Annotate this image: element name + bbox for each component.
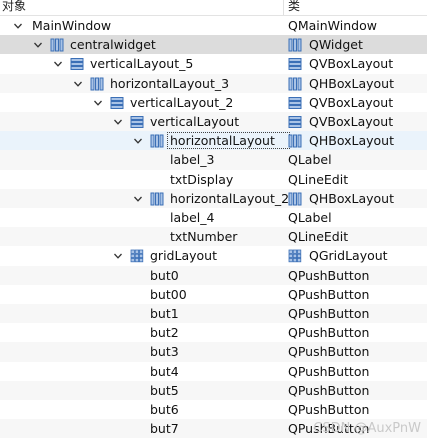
tree-row[interactable]: but4 QPushButton (0, 362, 427, 381)
class-name: QLabel (288, 210, 332, 225)
tree-row[interactable]: MainWindow QMainWindow (0, 16, 427, 35)
tree-row[interactable]: label_4 QLabel (0, 208, 427, 227)
object-name: but4 (150, 363, 179, 379)
class-name: QWidget (309, 37, 363, 53)
object-name: but6 (150, 402, 179, 417)
watermark: CSDN @AuxPnW (313, 421, 421, 436)
column-divider[interactable] (283, 0, 284, 15)
object-name: label_3 (170, 152, 215, 168)
hbox-layout-icon (150, 192, 164, 206)
class-name: QPushButton (288, 382, 370, 398)
object-name: label_4 (170, 210, 215, 225)
object-name: centralwidget (70, 37, 156, 53)
class-name: QGridLayout (309, 248, 388, 264)
tree-row[interactable]: but3 QPushButton (0, 342, 427, 362)
hbox-layout-icon (150, 134, 164, 148)
object-name: but2 (150, 325, 179, 341)
widget-icon (288, 38, 302, 52)
tree-row[interactable]: horizontalLayout_2 QHBoxLayout (0, 188, 427, 208)
chevron-down-icon[interactable] (73, 79, 83, 89)
tree-header: 对象 类 (0, 0, 427, 16)
tree-row[interactable]: but00 QPushButton (0, 285, 427, 304)
chevron-down-icon[interactable] (133, 136, 143, 146)
hbox-layout-icon (288, 134, 302, 148)
hbox-layout-icon (288, 77, 302, 91)
grid-layout-icon (130, 249, 144, 263)
class-name: QVBoxLayout (309, 114, 394, 129)
object-name: verticalLayout (150, 114, 240, 129)
chevron-down-icon[interactable] (13, 21, 23, 31)
class-name: QPushButton (288, 267, 370, 283)
tree-row[interactable]: but5 QPushButton (0, 380, 427, 400)
class-name: QPushButton (288, 344, 370, 360)
class-column-header[interactable]: 类 (288, 0, 300, 14)
object-name: but5 (150, 382, 179, 398)
object-column-header[interactable]: 对象 (2, 0, 26, 14)
class-name: QMainWindow (288, 18, 377, 33)
class-name: QPushButton (288, 363, 370, 379)
tree-row[interactable]: gridLayout QGridLayout (0, 246, 427, 265)
object-name: verticalLayout_5 (90, 56, 194, 72)
tree-row[interactable]: but1 QPushButton (0, 304, 427, 324)
chevron-down-icon[interactable] (133, 194, 143, 204)
tree-row[interactable]: horizontalLayout_3 QHBoxLayout (0, 73, 427, 93)
object-name: txtNumber (170, 229, 238, 245)
object-name: verticalLayout_2 (130, 94, 234, 110)
object-name: gridLayout (150, 248, 217, 264)
grid-layout-icon (288, 249, 302, 263)
chevron-down-icon[interactable] (113, 251, 123, 261)
class-name: QPushButton (288, 325, 370, 341)
tree-row[interactable]: label_3 QLabel (0, 150, 427, 170)
object-name: MainWindow (32, 18, 112, 33)
chevron-down-icon[interactable] (33, 40, 43, 50)
tree-row[interactable]: horizontalLayout QHBoxLayout (0, 131, 427, 151)
vbox-layout-icon (130, 115, 144, 129)
class-name: QHBoxLayout (309, 133, 394, 149)
class-name: QVBoxLayout (309, 94, 394, 110)
class-name: QPushButton (288, 402, 370, 417)
class-name: QPushButton (288, 306, 370, 321)
tree-row[interactable]: verticalLayout_2 QVBoxLayout (0, 93, 427, 112)
class-name: QHBoxLayout (309, 190, 394, 206)
class-name: QLineEdit (288, 229, 349, 245)
class-name: QHBoxLayout (309, 75, 394, 91)
object-name: horizontalLayout_2 (170, 190, 290, 206)
hbox-layout-icon (90, 77, 104, 91)
object-name: txtDisplay (170, 171, 234, 187)
object-name: but0 (150, 267, 179, 283)
tree-row[interactable]: but2 QPushButton (0, 323, 427, 342)
tree-row[interactable]: but0 QPushButton (0, 265, 427, 285)
vbox-layout-icon (110, 96, 124, 110)
class-name: QLineEdit (288, 171, 349, 187)
object-name: but7 (150, 421, 179, 437)
object-name: but1 (150, 306, 179, 321)
object-name: but3 (150, 344, 179, 360)
widget-icon (50, 38, 64, 52)
object-name: horizontalLayout (170, 133, 275, 149)
class-name: QVBoxLayout (309, 56, 394, 72)
hbox-layout-icon (288, 192, 302, 206)
object-name: horizontalLayout_3 (110, 75, 230, 91)
chevron-down-icon[interactable] (113, 117, 123, 127)
object-name: but00 (150, 286, 187, 302)
tree-row[interactable]: txtNumber QLineEdit (0, 227, 427, 247)
vbox-layout-icon (288, 57, 302, 71)
tree-row[interactable]: but6 QPushButton (0, 400, 427, 419)
vbox-layout-icon (288, 115, 302, 129)
tree-row[interactable]: verticalLayout QVBoxLayout (0, 112, 427, 132)
tree-row[interactable]: verticalLayout_5 QVBoxLayout (0, 54, 427, 73)
tree-row[interactable]: centralwidget QWidget (0, 35, 427, 55)
tree-row[interactable]: txtDisplay QLineEdit (0, 170, 427, 189)
chevron-down-icon[interactable] (93, 98, 103, 108)
vbox-layout-icon (70, 57, 84, 71)
class-name: QPushButton (288, 286, 370, 302)
vbox-layout-icon (288, 96, 302, 110)
chevron-down-icon[interactable] (53, 59, 63, 69)
class-name: QLabel (288, 152, 332, 168)
